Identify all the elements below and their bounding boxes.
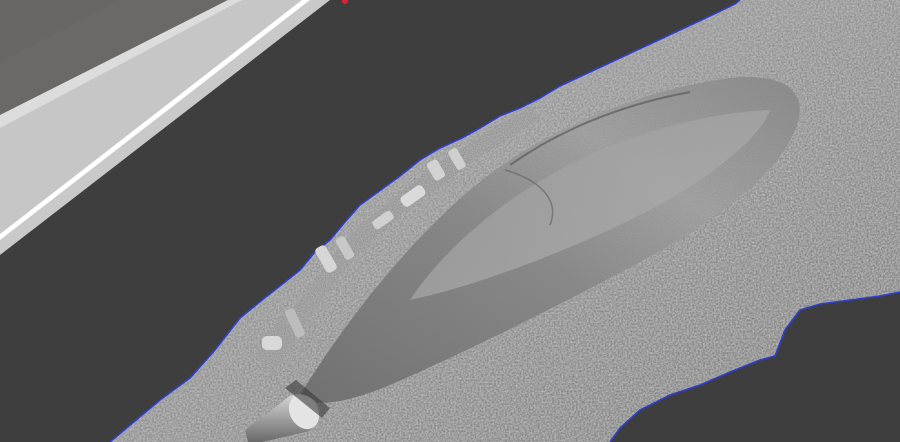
3d-viewport[interactable] — [0, 0, 900, 442]
viewport-canvas[interactable] — [0, 0, 900, 442]
debris-block-7 — [262, 336, 282, 350]
